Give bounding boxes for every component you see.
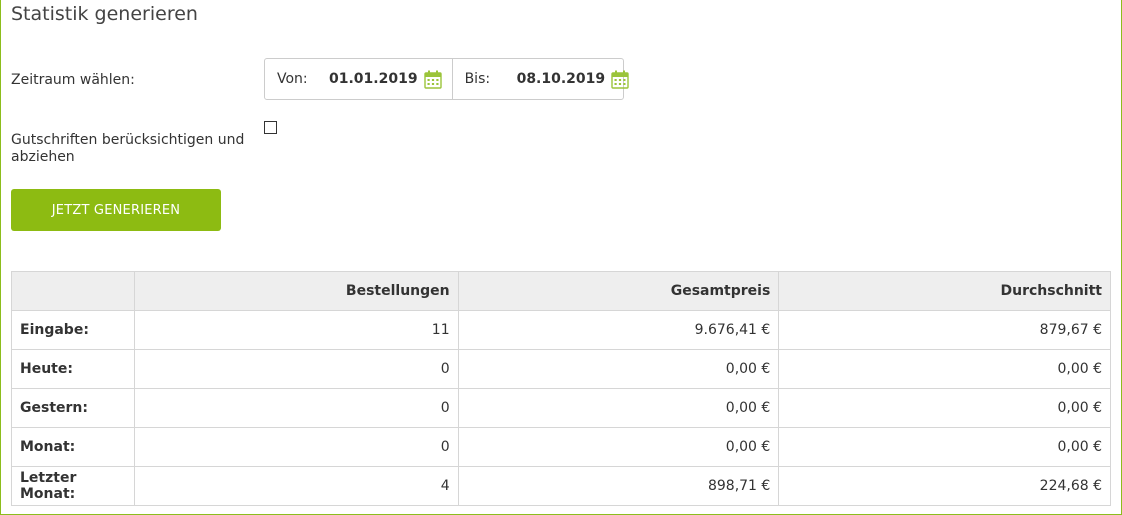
row-label: Heute: <box>11 349 135 389</box>
content-frame: Statistik generieren Zeitraum wählen: Vo… <box>0 0 1122 515</box>
row-label: Gestern: <box>11 388 135 428</box>
orders-cell: 11 <box>133 310 459 350</box>
from-date-value[interactable]: 01.01.2019 <box>329 71 424 87</box>
statistics-table: Bestellungen Gesamtpreis Durchschnitt Ei… <box>11 271 1111 506</box>
table-row: Gestern: 0 0,00 € 0,00 € <box>11 388 1111 428</box>
row-label: Eingabe: <box>11 310 135 350</box>
average-cell: 224,68 € <box>778 466 1111 506</box>
total-cell: 0,00 € <box>457 349 780 389</box>
orders-cell: 0 <box>133 388 459 428</box>
table-row: Eingabe: 11 9.676,41 € 879,67 € <box>11 310 1111 350</box>
total-cell: 898,71 € <box>457 466 780 506</box>
average-cell: 0,00 € <box>778 388 1111 428</box>
to-date-field[interactable]: Bis: 08.10.2019 <box>451 59 640 99</box>
header-orders: Bestellungen <box>133 271 459 311</box>
total-cell: 0,00 € <box>457 388 780 428</box>
average-cell: 879,67 € <box>778 310 1111 350</box>
row-label: Letzter Monat: <box>11 466 135 506</box>
orders-cell: 4 <box>133 466 459 506</box>
header-average: Durchschnitt <box>778 271 1111 311</box>
table-header-row: Bestellungen Gesamtpreis Durchschnitt <box>11 271 1111 311</box>
from-label: Von: <box>277 71 308 87</box>
generate-button[interactable]: JETZT GENERIEREN <box>11 189 221 231</box>
total-cell: 9.676,41 € <box>457 310 780 350</box>
header-total: Gesamtpreis <box>457 271 780 311</box>
period-label: Zeitraum wählen: <box>11 72 135 88</box>
from-date-field[interactable]: Von: 01.01.2019 <box>265 59 452 99</box>
average-cell: 0,00 € <box>778 427 1111 467</box>
table-row: Monat: 0 0,00 € 0,00 € <box>11 427 1111 467</box>
row-label: Monat: <box>11 427 135 467</box>
calendar-icon[interactable] <box>423 70 442 89</box>
page-title: Statistik generieren <box>11 3 198 25</box>
total-cell: 0,00 € <box>457 427 780 467</box>
orders-cell: 0 <box>133 349 459 389</box>
date-range-picker: Von: 01.01.2019 Bis: 08.10.2019 <box>264 58 629 100</box>
credit-checkbox[interactable] <box>264 121 277 134</box>
credit-label: Gutschriften berücksichtigen und abziehe… <box>11 132 245 165</box>
to-label: Bis: <box>464 71 491 87</box>
average-cell: 0,00 € <box>778 349 1111 389</box>
to-date-value[interactable]: 08.10.2019 <box>517 71 612 87</box>
calendar-icon[interactable] <box>611 70 629 89</box>
orders-cell: 0 <box>133 427 459 467</box>
header-empty <box>11 271 135 311</box>
table-row: Heute: 0 0,00 € 0,00 € <box>11 349 1111 389</box>
table-row: Letzter Monat: 4 898,71 € 224,68 € <box>11 466 1111 506</box>
